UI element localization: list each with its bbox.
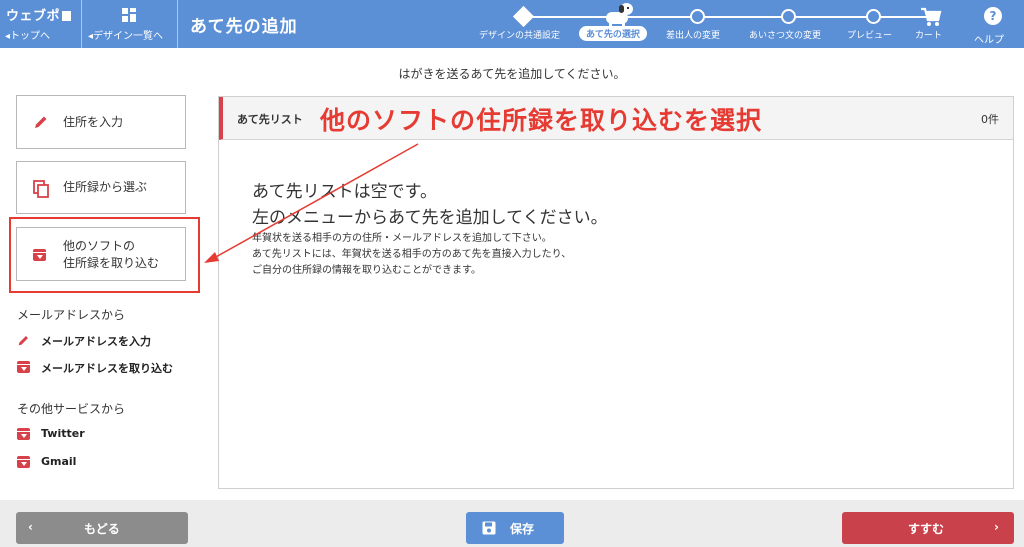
step-marker-design[interactable] xyxy=(512,5,535,28)
mail-section-title: メールアドレスから xyxy=(17,308,126,322)
panel-title: あて先リスト xyxy=(237,113,303,126)
page-title: あて先の追加 xyxy=(190,17,298,37)
chevron-left-icon: ‹ xyxy=(28,520,33,534)
dog-icon xyxy=(604,2,634,28)
cart-icon[interactable] xyxy=(920,7,942,27)
pencil-icon xyxy=(35,116,47,128)
top-link[interactable]: ◂トップへ xyxy=(5,27,50,42)
import-icon xyxy=(17,428,30,440)
floppy-disk-icon xyxy=(482,521,496,535)
step-marker-greeting[interactable] xyxy=(781,9,796,24)
pencil-icon xyxy=(18,336,28,346)
logo-area[interactable]: ウェブポ ◂トップへ xyxy=(0,0,82,48)
instruction-text: はがきを送るあて先を追加してください。 xyxy=(398,67,626,81)
recipient-count: 0件 xyxy=(981,113,999,126)
recipient-list-panel: あて先リスト 0件 xyxy=(218,96,1014,489)
highlight-box xyxy=(9,217,200,293)
mailbox-icon xyxy=(62,11,72,21)
import-icon xyxy=(17,456,30,468)
help-button[interactable]: ? ヘルプ xyxy=(962,0,1024,48)
description-3: ご自分の住所録の情報を取り込むことができます。 xyxy=(252,265,481,276)
empty-message-2: 左のメニューからあて先を追加してください。 xyxy=(252,208,608,228)
step-cart[interactable]: カート xyxy=(915,28,942,41)
annotation-text: 他のソフトの住所録を取り込むを選択 xyxy=(320,106,763,135)
design-list-area[interactable]: ◂デザイン一覧へ xyxy=(82,0,178,48)
back-button[interactable]: ‹ もどる xyxy=(16,512,188,544)
step-design[interactable]: デザインの共通設定 xyxy=(479,28,560,41)
step-preview[interactable]: プレビュー xyxy=(847,28,892,41)
step-sender[interactable]: 差出人の変更 xyxy=(666,28,720,41)
save-button[interactable]: 保存 xyxy=(466,512,564,544)
footer-bar: ‹ もどる 保存 すすむ › xyxy=(0,500,1024,547)
step-recipient[interactable]: あて先の選択 xyxy=(579,26,647,41)
design-list-link[interactable]: ◂デザイン一覧へ xyxy=(88,27,163,42)
logo: ウェブポ xyxy=(6,5,72,24)
step-greeting[interactable]: あいさつ文の変更 xyxy=(749,28,821,41)
help-icon: ? xyxy=(984,7,1002,25)
description-1: 年賀状を送る相手の方の住所・メールアドレスを追加して下さい。 xyxy=(252,233,552,244)
step-marker-sender[interactable] xyxy=(690,9,705,24)
description-2: あて先リストには、年賀状を送る相手の方のあて先を直接入力したり、 xyxy=(252,249,572,260)
choose-from-address-book-button[interactable]: 住所録から選ぶ xyxy=(16,161,186,214)
grid-icon xyxy=(122,8,136,22)
import-icon xyxy=(17,361,30,373)
next-button[interactable]: すすむ › xyxy=(842,512,1014,544)
input-address-button[interactable]: 住所を入力 xyxy=(16,95,186,149)
chevron-right-icon: › xyxy=(994,520,999,534)
app-header: ウェブポ ◂トップへ ◂デザイン一覧へ あて先の追加 デザインの共通設定 あて先… xyxy=(0,0,1024,48)
empty-message-1: あて先リストは空です。 xyxy=(252,182,437,202)
other-services-title: その他サービスから xyxy=(17,402,126,416)
step-marker-preview[interactable] xyxy=(866,9,881,24)
copy-icon xyxy=(33,180,49,198)
